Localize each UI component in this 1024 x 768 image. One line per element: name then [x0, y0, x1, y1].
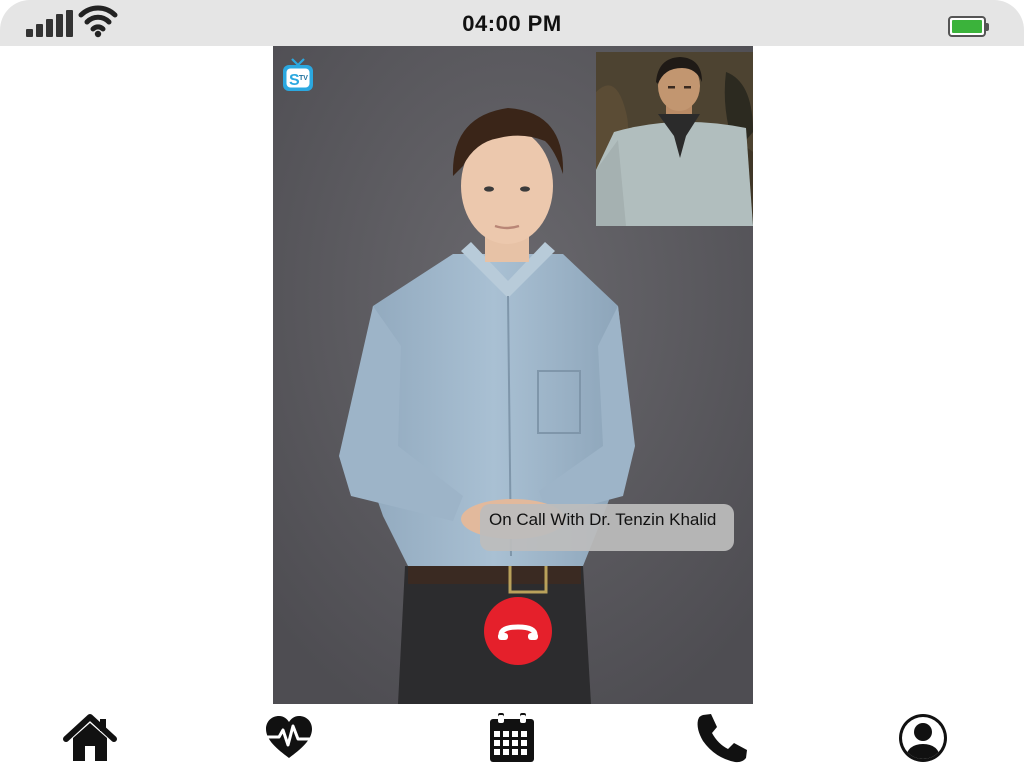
bottom-navigation [0, 704, 1024, 768]
nav-call-button[interactable] [694, 712, 750, 764]
end-call-button[interactable] [484, 597, 552, 665]
status-time: 04:00 PM [462, 11, 562, 36]
phone-icon [697, 714, 747, 763]
nav-profile-button[interactable] [895, 712, 951, 764]
stv-logo-icon: S TV [283, 58, 313, 91]
video-call-view: S TV On Call With Dr. Tenzin Khalid [273, 46, 753, 704]
nav-home-button[interactable] [62, 712, 118, 764]
svg-text:TV: TV [299, 75, 308, 82]
self-video-preview [596, 52, 753, 226]
battery-icon [948, 16, 989, 37]
hang-up-phone-icon [498, 624, 538, 640]
calendar-icon [490, 713, 534, 762]
nav-calendar-button[interactable] [484, 712, 540, 764]
user-profile-icon [899, 714, 947, 762]
heart-pulse-icon [265, 716, 313, 758]
nav-health-button[interactable] [261, 712, 317, 764]
home-icon [63, 714, 117, 761]
call-status-caption: On Call With Dr. Tenzin Khalid [480, 504, 734, 551]
status-bar: 04:00 PM [0, 0, 1024, 46]
